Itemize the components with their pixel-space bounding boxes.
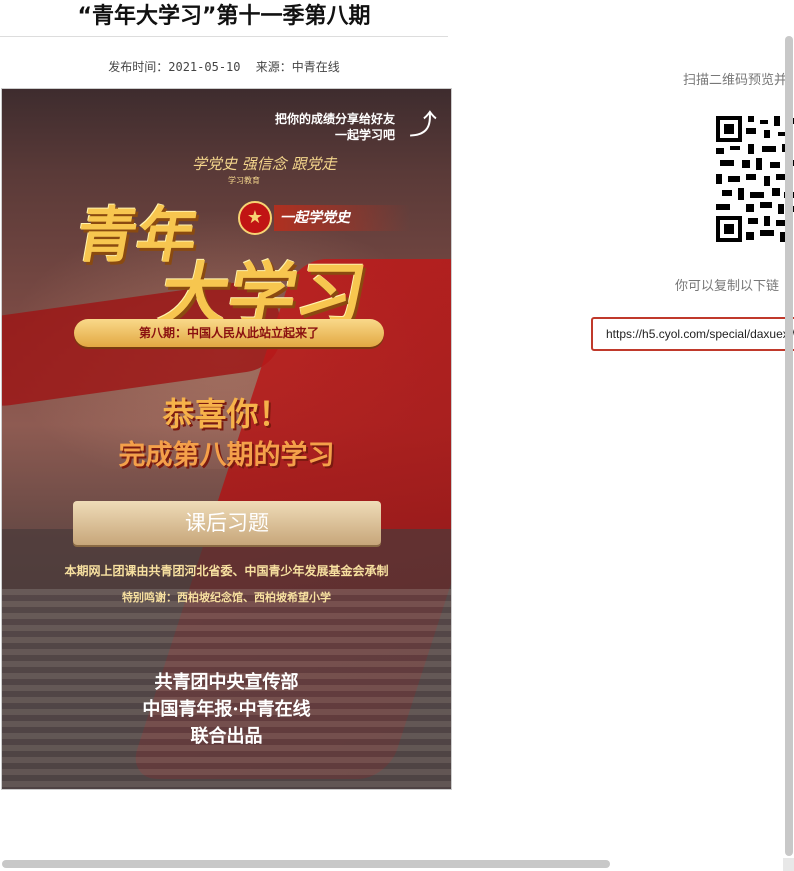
copy-link-label: 你可以复制以下链 (675, 279, 780, 294)
slogan-subtitle: 学习教育 (228, 176, 260, 185)
publisher-line-1: 共青团中央宣传部 (154, 672, 299, 693)
production-credit: 本期网上团课由共青团河北省委、中国青少年发展基金会承制 (64, 564, 389, 578)
star-badge-icon: ★ (238, 201, 272, 235)
publisher-block: 共青团中央宣传部 中国青年报·中青在线 联合出品 (2, 669, 451, 750)
qr-code-icon (716, 116, 794, 242)
publisher-line-2: 中国青年报·中青在线 (142, 699, 311, 720)
publisher-line-3: 联合出品 (190, 726, 263, 747)
article-meta: 发布时间：2021-05-10 来源：中青在线 (0, 58, 448, 75)
source: 来源：中青在线 (255, 60, 340, 74)
campaign-poster: 把你的成绩分享给好友 一起学习吧 ⤴ 学党史 强信念 跟党走 学习教育 青年 ★… (1, 88, 452, 790)
scrollbar-corner (783, 858, 794, 871)
share-prompt[interactable]: 把你的成绩分享给好友 一起学习吧 (275, 111, 395, 143)
share-line-1: 把你的成绩分享给好友 (274, 112, 395, 126)
congrats-text: 恭喜你！ (162, 395, 291, 433)
tagline: 一起学党史 (274, 205, 410, 231)
share-url-field[interactable]: https://h5.cyol.com/special/daxuexi/ (591, 317, 794, 351)
qr-label: 扫描二维码预览并 (683, 73, 788, 88)
article-title: “青年大学习”第十一季第八期 (0, 0, 448, 37)
slogan: 学党史 强信念 跟党走 (192, 155, 337, 173)
horizontal-scrollbar[interactable] (2, 860, 610, 868)
share-line-2: 一起学习吧 (334, 128, 395, 142)
completion-text: 完成第八期的学习 (118, 440, 335, 471)
vertical-scrollbar[interactable] (785, 36, 793, 856)
publish-time: 发布时间：2021-05-10 (108, 60, 241, 74)
share-arrow-icon[interactable]: ⤴ (409, 111, 439, 141)
quiz-button[interactable]: 课后习题 (73, 501, 381, 545)
episode-banner: 第八期：中国人民从此站立起来了 (74, 319, 384, 347)
acknowledgement: 特别鸣谢：西柏坡纪念馆、西柏坡希望小学 (122, 591, 331, 604)
